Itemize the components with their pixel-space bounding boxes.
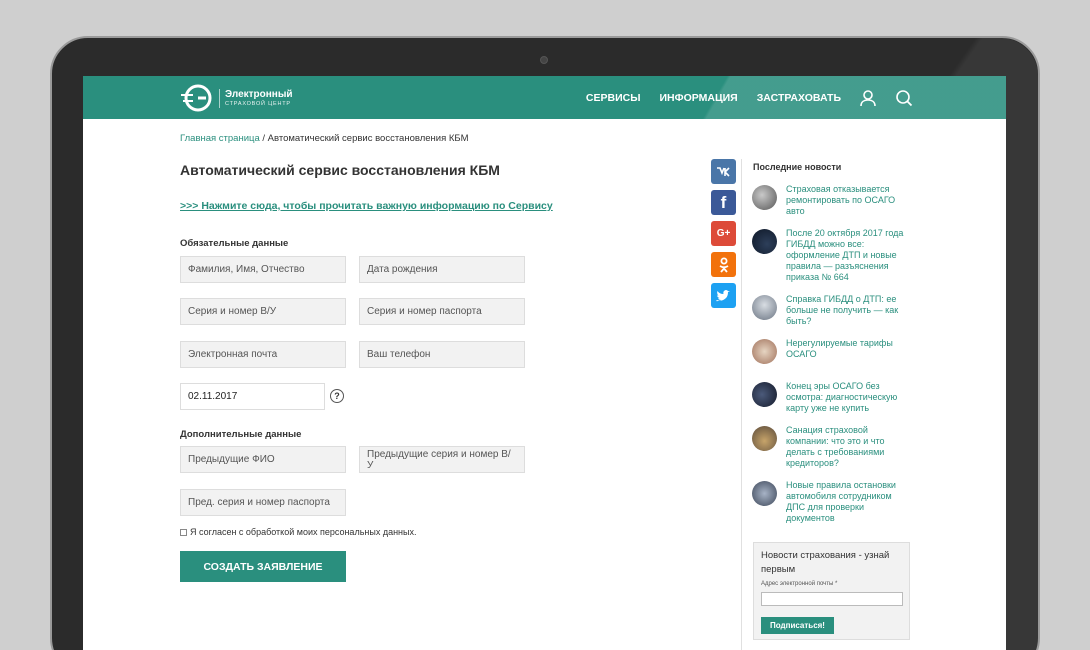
logo-icon bbox=[181, 84, 212, 112]
news-thumbnail bbox=[752, 185, 777, 210]
twitter-glyph bbox=[716, 289, 730, 301]
optional-section-label: Дополнительные данные bbox=[180, 429, 302, 440]
news-title[interactable]: После 20 октября 2017 года ГИБДД можно в… bbox=[786, 228, 912, 283]
news-title[interactable]: Конец эры ОСАГО без осмотра: диагностиче… bbox=[786, 381, 912, 414]
consent-row: Я согласен с обработкой моих персональны… bbox=[180, 527, 417, 537]
create-application-button[interactable]: СОЗДАТЬ ЗАЯВЛЕНИЕ bbox=[180, 551, 346, 582]
previous-license-field[interactable]: Предыдущие серия и номер В/У bbox=[359, 446, 525, 473]
subscribe-email-label: Адрес электронной почты * bbox=[761, 581, 838, 587]
news-item[interactable]: Санация страховой компании: что это и чт… bbox=[752, 425, 912, 469]
browser-viewport: Электронный СТРАХОВОЙ ЦЕНТР СЕРВИСЫ ИНФО… bbox=[83, 76, 1006, 650]
news-thumbnail bbox=[752, 229, 777, 254]
odnoklassniki-icon[interactable] bbox=[711, 252, 736, 277]
subscribe-widget: Новости страхования - узнай первым Адрес… bbox=[753, 542, 910, 640]
google-plus-icon[interactable]: G+ bbox=[711, 221, 736, 246]
news-title[interactable]: Нерегулируемые тарифы ОСАГО bbox=[786, 338, 912, 364]
news-title[interactable]: Страховая отказывается ремонтировать по … bbox=[786, 184, 912, 217]
nav-item-information[interactable]: ИНФОРМАЦИЯ bbox=[660, 92, 738, 104]
ok-glyph bbox=[719, 257, 728, 273]
breadcrumb-home-link[interactable]: Главная страница bbox=[180, 133, 260, 144]
subscribe-title: Новости страхования - узнай первым bbox=[761, 550, 890, 575]
breadcrumb-current: Автоматический сервис восстановления КБМ bbox=[267, 133, 469, 144]
camera bbox=[540, 56, 548, 64]
full-name-field[interactable]: Фамилия, Имя, Отчество bbox=[180, 256, 346, 283]
consent-checkbox[interactable] bbox=[180, 528, 187, 536]
date-field[interactable]: 02.11.2017 bbox=[180, 383, 325, 410]
logo-subtitle: СТРАХОВОЙ ЦЕНТР bbox=[225, 100, 291, 107]
facebook-icon[interactable]: f bbox=[711, 190, 736, 215]
news-thumbnail bbox=[752, 339, 777, 364]
news-item[interactable]: Конец эры ОСАГО без осмотра: диагностиче… bbox=[752, 381, 912, 414]
news-title[interactable]: Санация страховой компании: что это и чт… bbox=[786, 425, 912, 469]
subscribe-email-input[interactable] bbox=[761, 592, 903, 606]
required-section-label: Обязательные данные bbox=[180, 238, 289, 249]
breadcrumb-separator: / bbox=[259, 133, 268, 144]
previous-passport-field[interactable]: Пред. серия и номер паспорта bbox=[180, 489, 346, 516]
logo-title: Электронный bbox=[225, 88, 293, 100]
sidebar-divider bbox=[741, 159, 742, 650]
important-info-link[interactable]: >>> Нажмите сюда, чтобы прочитать важную… bbox=[180, 200, 553, 212]
phone-field[interactable]: Ваш телефон bbox=[359, 341, 525, 368]
help-icon[interactable]: ? bbox=[330, 389, 344, 403]
subscribe-button[interactable]: Подписаться! bbox=[761, 617, 834, 634]
vk-icon[interactable] bbox=[711, 159, 736, 184]
nav-item-services[interactable]: СЕРВИСЫ bbox=[586, 92, 641, 104]
news-thumbnail bbox=[752, 295, 777, 320]
news-title[interactable]: Новые правила остановки автомобиля сотру… bbox=[786, 480, 912, 524]
logo[interactable]: Электронный СТРАХОВОЙ ЦЕНТР bbox=[179, 82, 299, 114]
twitter-icon[interactable] bbox=[711, 283, 736, 308]
news-thumbnail bbox=[752, 382, 777, 407]
news-item[interactable]: Новые правила остановки автомобиля сотру… bbox=[752, 480, 912, 524]
license-field[interactable]: Серия и номер В/У bbox=[180, 298, 346, 325]
news-item[interactable]: Нерегулируемые тарифы ОСАГО bbox=[752, 338, 912, 364]
news-item[interactable]: Справка ГИБДД о ДТП: ее больше не получи… bbox=[752, 294, 912, 327]
nav-item-insure[interactable]: ЗАСТРАХОВАТЬ bbox=[757, 92, 841, 104]
email-field[interactable]: Электронная почта bbox=[180, 341, 346, 368]
consent-label: Я согласен с обработкой моих персональны… bbox=[190, 527, 417, 537]
user-icon[interactable] bbox=[859, 89, 877, 107]
vk-glyph bbox=[716, 166, 730, 177]
birth-date-field[interactable]: Дата рождения bbox=[359, 256, 525, 283]
main-nav: СЕРВИСЫ ИНФОРМАЦИЯ ЗАСТРАХОВАТЬ bbox=[567, 76, 913, 119]
news-thumbnail bbox=[752, 481, 777, 506]
news-thumbnail bbox=[752, 426, 777, 451]
site-header: Электронный СТРАХОВОЙ ЦЕНТР СЕРВИСЫ ИНФО… bbox=[83, 76, 1006, 119]
breadcrumb: Главная страница / Автоматический сервис… bbox=[180, 133, 469, 144]
page-title: Автоматический сервис восстановления КБМ bbox=[180, 162, 500, 178]
news-item[interactable]: После 20 октября 2017 года ГИБДД можно в… bbox=[752, 228, 912, 283]
latest-news-header: Последние новости bbox=[753, 162, 842, 172]
previous-name-field[interactable]: Предыдущие ФИО bbox=[180, 446, 346, 473]
news-item[interactable]: Страховая отказывается ремонтировать по … bbox=[752, 184, 912, 217]
search-icon[interactable] bbox=[895, 89, 913, 107]
logo-text: Электронный СТРАХОВОЙ ЦЕНТР bbox=[219, 88, 293, 108]
passport-field[interactable]: Серия и номер паспорта bbox=[359, 298, 525, 325]
news-title[interactable]: Справка ГИБДД о ДТП: ее больше не получи… bbox=[786, 294, 912, 327]
